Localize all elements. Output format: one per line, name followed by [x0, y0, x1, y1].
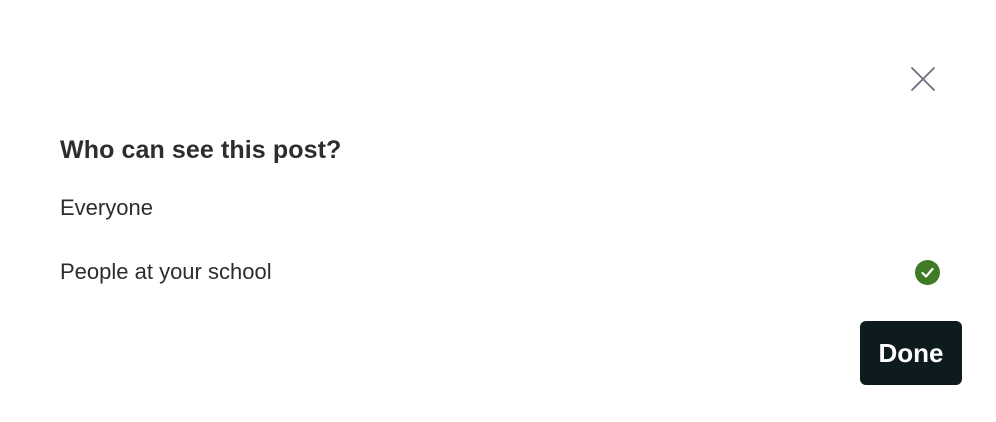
option-label: People at your school	[60, 259, 272, 284]
option-label: Everyone	[60, 195, 153, 220]
dialog-title: Who can see this post?	[60, 136, 342, 164]
option-everyone[interactable]: Everyone	[60, 188, 940, 228]
visibility-dialog: Who can see this post? Everyone People a…	[0, 0, 996, 422]
selected-check-icon	[915, 259, 940, 285]
option-people-at-your-school[interactable]: People at your school	[60, 252, 940, 292]
close-icon	[911, 67, 935, 91]
done-button[interactable]: Done	[860, 321, 962, 385]
close-button[interactable]	[906, 62, 940, 96]
